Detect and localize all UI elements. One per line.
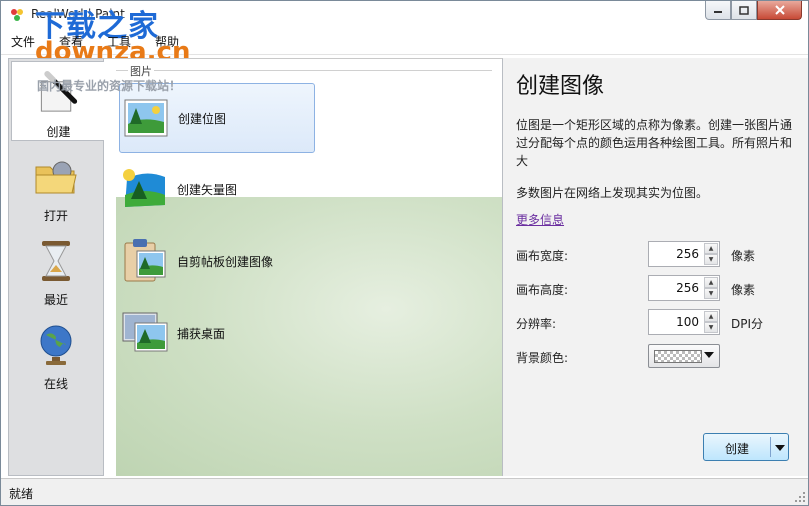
maximize-icon [739,5,749,15]
canvas-height-value[interactable]: 256 [676,281,699,295]
nav-create[interactable]: 创建 [11,61,105,141]
create-options-panel: 图片 创建位图 创建矢量图 自剪帖板创建图像 捕获桌面 [104,58,503,476]
option-from-clipboard[interactable]: 自剪帖板创建图像 [119,226,315,296]
canvas-height-spin-buttons: ▲ ▼ [704,277,718,299]
nav-open[interactable]: 打开 [9,145,103,225]
details-title: 创建图像 [516,74,605,99]
resolution-label: 分辨率: [516,317,557,331]
canvas-width-spin-buttons: ▲ ▼ [704,243,718,265]
app-logo-icon [11,9,23,21]
option-from-clipboard-label: 自剪帖板创建图像 [177,254,274,269]
nav-recent[interactable]: 最近 [9,229,103,309]
details-panel: 创建图像 位图是一个矩形区域的点称为像素。创建一张图片通过分配每个点的颜色运用各… [503,58,808,476]
nav-online[interactable]: 在线 [9,313,103,393]
bitmap-picture-icon [124,99,168,137]
group-divider [116,70,492,71]
menu-file[interactable]: 文件 [11,33,35,50]
canvas-height-spinner[interactable]: 256 ▲ ▼ [648,275,720,301]
folder-open-icon [35,161,77,194]
background-color-label: 背景颜色: [516,351,569,365]
window-controls [705,1,802,20]
background-color-picker[interactable] [648,344,720,368]
resolution-spin-buttons: ▲ ▼ [704,311,718,333]
resolution-unit: DPI分 [731,317,764,331]
close-button[interactable] [757,1,802,20]
option-create-vector[interactable]: 创建矢量图 [119,154,315,224]
nav-online-label: 在线 [43,377,68,391]
details-description: 位图是一个矩形区域的点称为像素。创建一张图片通过分配每个点的颜色运用各种绘图工具… [516,118,793,168]
vector-picture-icon [123,169,165,207]
capture-desktop-icon [122,312,168,352]
title-bar: RealWorld Paint 下载之家 [1,1,808,44]
left-nav: 创建 打开 最近 在线 [8,58,105,476]
nav-create-label: 创建 [46,125,71,139]
canvas-width-unit: 像素 [731,249,756,263]
status-bar: 就绪 [1,478,808,505]
globe-icon [40,325,72,365]
resolution-up-button[interactable]: ▲ [704,311,718,322]
canvas-width-down-button[interactable]: ▼ [704,254,718,265]
canvas-height-down-button[interactable]: ▼ [704,288,718,299]
canvas-width-value[interactable]: 256 [676,247,699,261]
status-text: 就绪 [9,487,34,501]
create-split-button[interactable]: 创建 [703,433,789,461]
resolution-down-button[interactable]: ▼ [704,322,718,333]
minimize-icon [714,11,722,13]
canvas-height-up-button[interactable]: ▲ [704,277,718,288]
create-dropdown-icon[interactable] [775,445,785,451]
transparent-checker-swatch [654,350,702,363]
maximize-button[interactable] [731,1,757,20]
create-button-label[interactable]: 创建 [704,440,770,457]
split-divider [770,437,771,457]
canvas-width-spinner[interactable]: 256 ▲ ▼ [648,241,720,267]
option-capture-desktop-label: 捕获桌面 [177,326,226,341]
option-create-vector-label: 创建矢量图 [177,182,238,197]
canvas-height-label: 画布高度: [516,283,569,297]
resolution-value[interactable]: 100 [676,315,699,329]
option-capture-desktop[interactable]: 捕获桌面 [119,298,315,368]
resize-grip-icon[interactable] [794,491,806,503]
watermark-slogan: 国内最专业的资源下载站！ [37,79,182,93]
clipboard-picture-icon [124,239,166,282]
resolution-spinner[interactable]: 100 ▲ ▼ [648,309,720,335]
details-description-2: 多数图片在网络上发现其实为位图。 [516,186,709,200]
chevron-down-icon [704,352,714,358]
minimize-button[interactable] [705,1,731,20]
option-create-bitmap-label: 创建位图 [178,111,227,126]
canvas-height-unit: 像素 [731,283,756,297]
canvas-width-label: 画布宽度: [516,249,569,263]
nav-open-label: 打开 [43,209,68,223]
app-window: RealWorld Paint 下载之家 文件 查看 工具 帮助 downza.… [0,0,809,506]
hourglass-icon [42,241,70,281]
canvas-width-up-button[interactable]: ▲ [704,243,718,254]
close-icon [774,5,785,15]
more-info-link[interactable]: 更多信息 [516,211,564,228]
nav-recent-label: 最近 [43,293,68,307]
